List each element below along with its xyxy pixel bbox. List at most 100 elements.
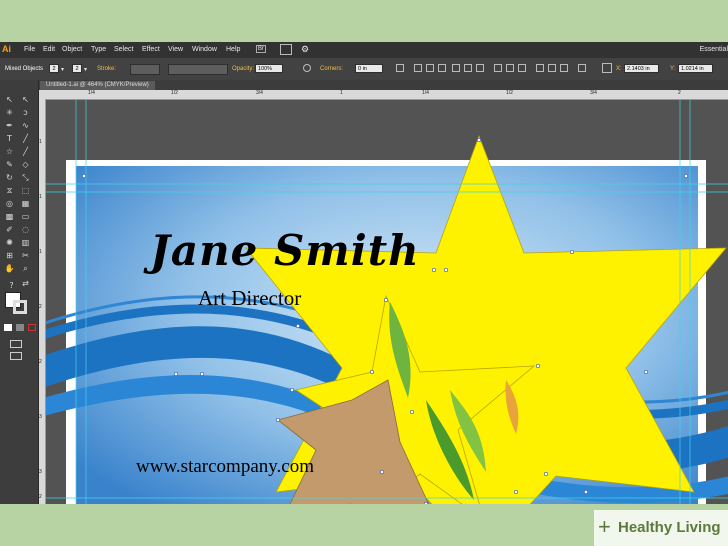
horizontal-ruler[interactable]: 1/4 1/2 3/4 1 1/4 1/2 3/4 2: [38, 90, 728, 100]
width-tool-icon[interactable]: ⧖: [4, 185, 15, 196]
eraser-tool-icon[interactable]: ◇: [20, 159, 31, 170]
align-center-icon[interactable]: [426, 64, 434, 72]
symbol-sprayer-tool-icon[interactable]: ✺: [4, 237, 15, 248]
distribute-right-icon[interactable]: [560, 64, 568, 72]
artwork: [46, 100, 728, 504]
slice-tool-icon[interactable]: ✂: [20, 250, 31, 261]
type-tool-icon[interactable]: T: [4, 133, 15, 144]
recolor-artwork-icon[interactable]: [303, 64, 311, 72]
ruler-tick: 1: [39, 194, 42, 200]
arrange-documents-icon[interactable]: [280, 44, 292, 55]
opacity-field[interactable]: 100%: [255, 64, 283, 73]
free-transform-tool-icon[interactable]: ⬚: [20, 185, 31, 196]
stroke-label[interactable]: Stroke:: [97, 66, 116, 72]
stroke-swatch[interactable]: 2: [72, 64, 82, 73]
align-right-icon[interactable]: [438, 64, 446, 72]
tools-panel: ↖ ↖ ✳ ↄ ✒ ∿ T ╱ ☆ ╱ ✎ ◇ ↻ ⤡ ⧖ ⬚ ◎ ▦ ▩ ▭ …: [0, 80, 39, 504]
scale-tool-icon[interactable]: ⤡: [20, 172, 31, 183]
distribute-left-icon[interactable]: [536, 64, 544, 72]
curvature-tool-icon[interactable]: ∿: [20, 120, 31, 131]
none-mode-icon[interactable]: [28, 324, 36, 331]
zoom-tool-icon[interactable]: ⌕: [20, 263, 31, 274]
direct-selection-tool-icon[interactable]: ↖: [20, 94, 31, 105]
reference-point-icon[interactable]: [602, 63, 612, 73]
distribute-middle-icon[interactable]: [506, 64, 514, 72]
color-mode-icon[interactable]: [4, 324, 12, 331]
pencil-tool-icon[interactable]: ✎: [4, 159, 15, 170]
document-tab[interactable]: Untitled-1.ai @ 464% (CMYK/Preview): [40, 81, 155, 90]
perspective-grid-tool-icon[interactable]: ▦: [20, 198, 31, 209]
menu-select[interactable]: Select: [114, 46, 133, 53]
gradient-tool-icon[interactable]: ▭: [20, 211, 31, 222]
ruler-tick: 1/2: [171, 90, 178, 96]
screen-mode-icon[interactable]: [10, 352, 22, 360]
selection-tool-icon[interactable]: ↖: [4, 94, 15, 105]
artboard-canvas[interactable]: Jane Smith Art Director www.starcompany.…: [46, 100, 728, 504]
column-graph-tool-icon[interactable]: ▥: [20, 237, 31, 248]
menu-view[interactable]: View: [168, 46, 183, 53]
menu-edit[interactable]: Edit: [43, 46, 55, 53]
menu-effect[interactable]: Effect: [142, 46, 160, 53]
star-tool-icon[interactable]: ☆: [4, 146, 15, 157]
menu-type[interactable]: Type: [91, 46, 106, 53]
distribute-bottom-icon[interactable]: [518, 64, 526, 72]
align-top-icon[interactable]: [452, 64, 460, 72]
corners-label[interactable]: Corners:: [320, 66, 343, 72]
watermark-plus: +: [598, 514, 611, 539]
corners-field[interactable]: 0 in: [355, 64, 383, 73]
bridge-badge[interactable]: Br: [256, 45, 266, 53]
align-bottom-icon[interactable]: [476, 64, 484, 72]
ruler-tick: 1/2: [506, 90, 513, 96]
magic-wand-tool-icon[interactable]: ✳: [4, 107, 15, 118]
line-segment-tool-icon[interactable]: ╱: [20, 133, 31, 144]
align-icon[interactable]: [396, 64, 404, 72]
document-tab-bar: Untitled-1.ai @ 464% (CMYK/Preview): [38, 80, 728, 90]
fill-swatch[interactable]: 2: [49, 64, 59, 73]
sync-icon[interactable]: ⚙: [301, 44, 309, 55]
menu-bar: Ai File Edit Object Type Select Effect V…: [0, 42, 728, 58]
paintbrush-tool-icon[interactable]: ╱: [20, 146, 31, 157]
menu-window[interactable]: Window: [192, 46, 217, 53]
artboard-tool-icon[interactable]: ⊞: [4, 250, 15, 261]
watermark: + Healthy Living: [594, 510, 728, 546]
ruler-tick: 2: [39, 359, 42, 365]
align-middle-icon[interactable]: [464, 64, 472, 72]
card-website[interactable]: www.starcompany.com: [136, 456, 314, 478]
menu-object[interactable]: Object: [62, 46, 82, 53]
ruler-tick: 1: [39, 139, 42, 145]
eyedropper-tool-icon[interactable]: ✐: [4, 224, 15, 235]
lasso-tool-icon[interactable]: ↄ: [20, 107, 31, 118]
selection-label: Mixed Objects: [5, 66, 44, 72]
ruler-tick: 1: [340, 90, 343, 96]
menu-file[interactable]: File: [24, 46, 35, 53]
workspace-switcher[interactable]: Essential: [700, 46, 728, 53]
opacity-label[interactable]: Opacity:: [232, 66, 254, 72]
distribute-top-icon[interactable]: [494, 64, 502, 72]
mesh-tool-icon[interactable]: ▩: [4, 211, 15, 222]
stroke-color-swatch[interactable]: [13, 300, 27, 314]
transform-icon[interactable]: [578, 64, 586, 72]
distribute-center-icon[interactable]: [548, 64, 556, 72]
help-icon[interactable]: ?: [6, 280, 17, 291]
menu-help[interactable]: Help: [226, 46, 240, 53]
card-job-title[interactable]: Art Director: [198, 286, 301, 311]
rotate-tool-icon[interactable]: ↻: [4, 172, 15, 183]
pen-tool-icon[interactable]: ✒: [4, 120, 15, 131]
shape-builder-tool-icon[interactable]: ◎: [4, 198, 15, 209]
swap-fill-stroke-icon[interactable]: ⇄: [20, 278, 31, 289]
chevron-down-icon[interactable]: ▾: [84, 66, 87, 73]
stroke-weight-field[interactable]: [130, 64, 160, 75]
variable-width-profile[interactable]: [168, 64, 228, 75]
vertical-ruler[interactable]: 1 1 1 2 2 3 3 2: [38, 99, 46, 504]
draw-normal-icon[interactable]: [10, 340, 22, 348]
blend-tool-icon[interactable]: ◌: [20, 224, 31, 235]
y-field[interactable]: 1.0214 in: [678, 64, 713, 73]
align-left-icon[interactable]: [414, 64, 422, 72]
x-field[interactable]: 2.1403 in: [624, 64, 659, 73]
chevron-down-icon[interactable]: ▾: [61, 66, 64, 73]
card-name[interactable]: Jane Smith: [150, 226, 420, 275]
ruler-tick: 2: [678, 90, 681, 96]
ruler-tick: 3/4: [590, 90, 597, 96]
hand-tool-icon[interactable]: ✋: [4, 263, 15, 274]
gradient-mode-icon[interactable]: [16, 324, 24, 331]
